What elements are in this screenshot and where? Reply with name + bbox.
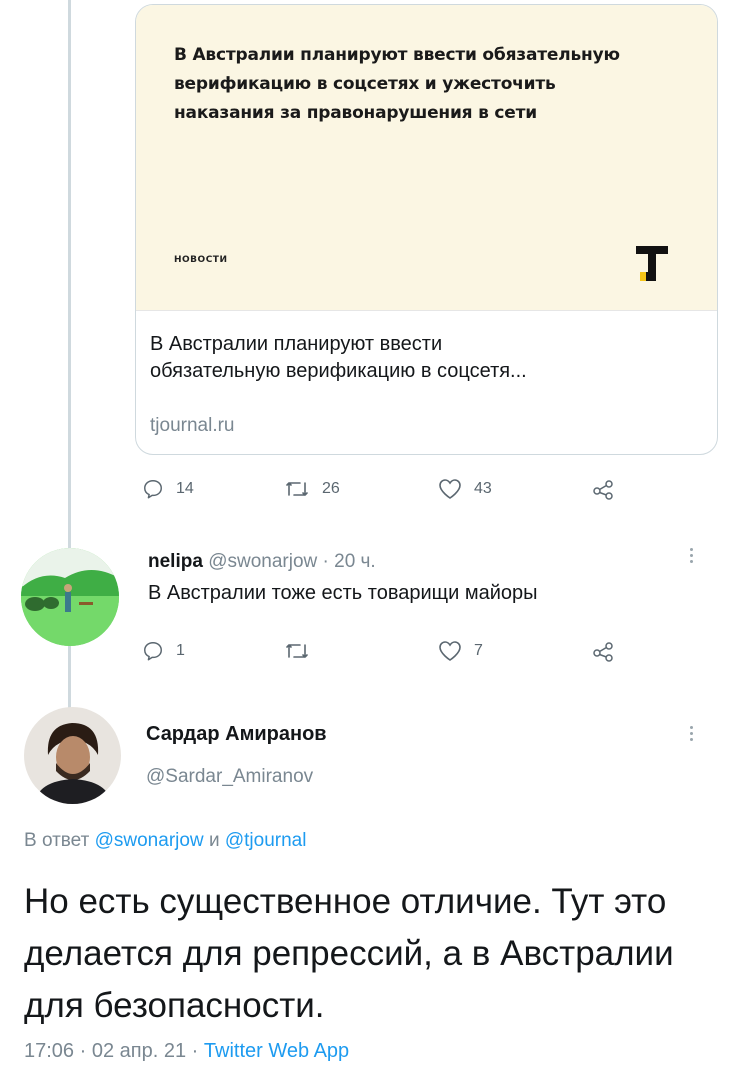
tjournal-logo-icon bbox=[636, 246, 668, 281]
preview-headline: В Австралии планируют ввести обязательну… bbox=[174, 45, 620, 123]
share-icon bbox=[593, 642, 613, 662]
avatar[interactable] bbox=[24, 707, 121, 804]
retweet-icon bbox=[286, 482, 308, 496]
heart-icon bbox=[439, 641, 461, 661]
share-button[interactable] bbox=[592, 478, 614, 500]
reply-user-link[interactable]: @tjournal bbox=[225, 830, 307, 851]
separator: · bbox=[191, 1040, 199, 1062]
retweet-icon bbox=[286, 644, 308, 658]
tweet2-text: В Австралии тоже есть товарищи майоры bbox=[148, 582, 538, 604]
separator: · bbox=[79, 1040, 87, 1062]
reply-prefix: В ответ bbox=[24, 830, 90, 851]
link-card[interactable]: В Австралии планируют ввести обязательну… bbox=[135, 4, 718, 455]
reply-count: 1 bbox=[176, 642, 185, 659]
retweet-button[interactable] bbox=[284, 640, 322, 662]
user-handle[interactable]: @swonarjow bbox=[208, 551, 317, 572]
tweet-time[interactable]: 17:06 bbox=[24, 1040, 74, 1062]
user-handle[interactable]: @Sardar_Amiranov bbox=[146, 766, 313, 788]
like-count: 43 bbox=[474, 480, 492, 497]
like-button[interactable]: 7 bbox=[438, 640, 483, 662]
reply-context: В ответ @swonarjow и @tjournal bbox=[24, 830, 306, 852]
link-card-preview-image: В Австралии планируют ввести обязательну… bbox=[136, 5, 717, 311]
share-button[interactable] bbox=[592, 640, 614, 662]
thread-line bbox=[68, 646, 71, 708]
tweet1-action-bar: 14 26 43 bbox=[142, 478, 622, 508]
reply-count: 14 bbox=[176, 480, 194, 497]
reply-icon bbox=[144, 642, 162, 661]
reply-button[interactable]: 14 bbox=[142, 478, 194, 500]
like-button[interactable]: 43 bbox=[438, 478, 492, 500]
thread-line bbox=[68, 0, 71, 548]
tweet2-action-bar: 1 7 bbox=[142, 640, 622, 670]
tweet3-text: Но есть существенное отличие. Тут это де… bbox=[24, 882, 674, 1025]
tweet2-header: nelipa @swonarjow · 20 ч. bbox=[148, 551, 376, 573]
timestamp[interactable]: 20 ч. bbox=[334, 551, 376, 572]
reply-icon bbox=[144, 480, 162, 499]
tweet-date[interactable]: 02 апр. 21 bbox=[92, 1040, 186, 1062]
display-name[interactable]: nelipa bbox=[148, 551, 203, 572]
more-options-icon[interactable] bbox=[690, 726, 696, 744]
reply-conjunction: и bbox=[208, 830, 220, 851]
tweet-meta: 17:06 · 02 апр. 21 · Twitter Web App bbox=[24, 1040, 349, 1063]
retweet-count: 26 bbox=[322, 480, 340, 497]
separator: · bbox=[322, 551, 329, 572]
link-card-title-line1: В Австралии планируют ввести bbox=[150, 333, 443, 355]
preview-category: новости bbox=[174, 255, 228, 265]
link-card-title: В Австралии планируют ввести обязательну… bbox=[150, 331, 695, 385]
link-card-domain: tjournal.ru bbox=[150, 415, 235, 436]
source-app-link[interactable]: Twitter Web App bbox=[204, 1040, 349, 1062]
avatar-image bbox=[21, 548, 119, 646]
like-count: 7 bbox=[474, 642, 483, 659]
avatar[interactable] bbox=[21, 548, 119, 646]
reply-button[interactable]: 1 bbox=[142, 640, 185, 662]
share-icon bbox=[593, 480, 613, 500]
reply-user-link[interactable]: @swonarjow bbox=[95, 830, 204, 851]
display-name[interactable]: Сардар Амиранов bbox=[146, 723, 327, 746]
heart-icon bbox=[439, 479, 461, 499]
avatar-image bbox=[24, 707, 121, 804]
more-options-icon[interactable] bbox=[690, 548, 696, 566]
link-card-title-line2: обязательную верификацию в соцсетя... bbox=[150, 360, 527, 382]
retweet-button[interactable]: 26 bbox=[284, 478, 340, 500]
